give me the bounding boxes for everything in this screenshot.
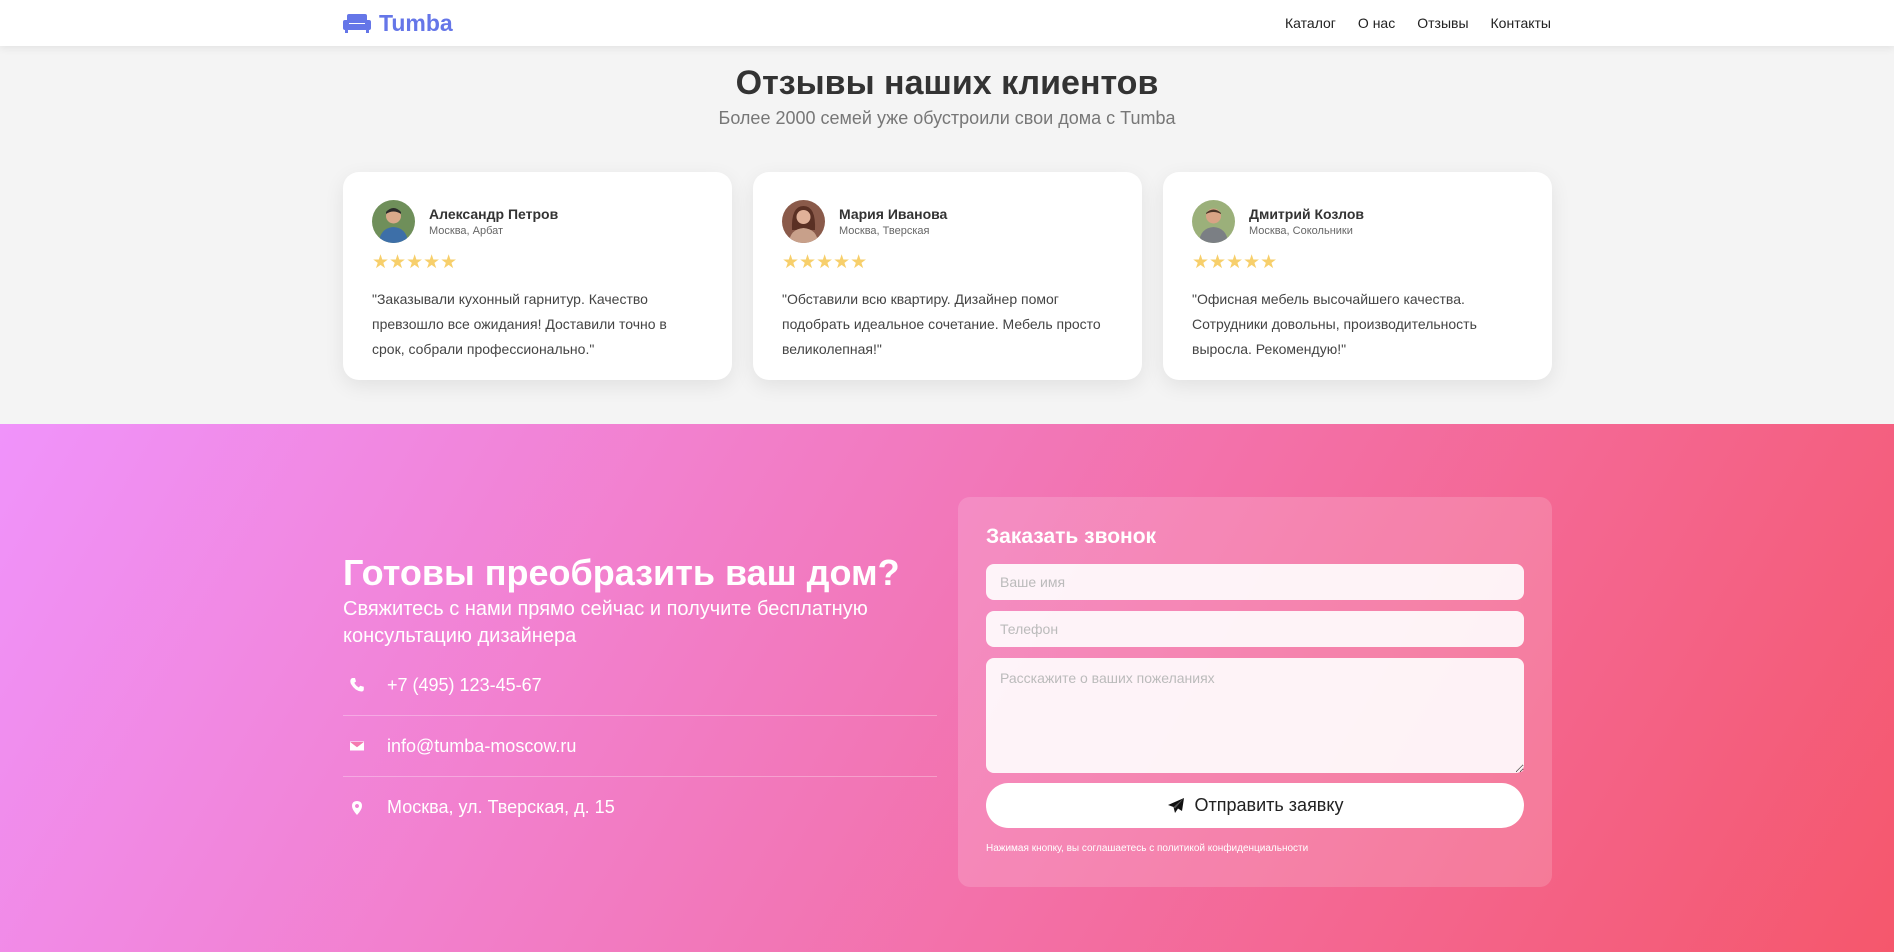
navbar: Tumba Каталог О нас Отзывы Контакты [0,0,1894,46]
phone-icon [343,677,387,693]
review-header: Дмитрий Козлов Москва, Сокольники [1192,200,1523,243]
paper-plane-icon [1167,797,1184,813]
privacy-note: Нажимая кнопку, вы соглашаетесь с полити… [986,843,1309,854]
phone-input[interactable] [986,611,1524,647]
callback-form: Заказать звонок Отправить заявку Нажимая… [958,497,1552,887]
contact-address-row: Москва, ул. Тверская, д. 15 [343,777,937,838]
brand-logo[interactable]: Tumba [343,10,453,37]
reviewer-location: Москва, Сокольники [1249,225,1353,237]
contact-phone[interactable]: +7 (495) 123-45-67 [387,675,542,696]
star-rating: ★★★★★ [782,252,868,273]
submit-label: Отправить заявку [1194,795,1344,815]
contact-phone-row[interactable]: +7 (495) 123-45-67 [343,655,937,716]
reviewer-location: Москва, Арбат [429,225,504,237]
avatar-photo-icon [782,200,825,243]
review-text: "Заказывали кухонный гарнитур. Качество … [372,291,667,357]
star-rating: ★★★★★ [1192,252,1278,273]
avatar-photo-icon [1192,200,1235,243]
reviews-title: Отзывы наших клиентов [735,64,1159,102]
cta-title: Готовы преобразить ваш дом? [343,552,900,593]
review-text: "Офисная мебель высочайшего качества. Со… [1192,291,1477,357]
nav-link-reviews[interactable]: Отзывы [1417,15,1468,31]
reviewer-location: Москва, Тверская [839,225,930,237]
cta-subtitle: Свяжитесь с нами прямо сейчас и получите… [343,598,868,647]
reviewer-name: Александр Петров [429,206,559,222]
submit-button[interactable]: Отправить заявку [986,783,1524,828]
avatar [782,200,825,243]
nav-link-about[interactable]: О нас [1358,15,1395,31]
avatar-photo-icon [372,200,415,243]
envelope-icon [343,738,387,754]
map-pin-icon [343,800,387,816]
brand-name: Tumba [379,9,453,36]
review-header: Мария Иванова Москва, Тверская [782,200,1113,243]
navbar-inner: Tumba Каталог О нас Отзывы Контакты [343,0,1551,46]
message-textarea[interactable] [986,658,1524,773]
nav-link-contacts[interactable]: Контакты [1491,15,1551,31]
review-text: "Обставили всю квартиру. Дизайнер помог … [782,291,1101,357]
avatar [1192,200,1235,243]
reviewer-name: Мария Иванова [839,206,948,222]
review-card: Мария Иванова Москва, Тверская ★★★★★ "Об… [753,172,1142,380]
review-header: Александр Петров Москва, Арбат [372,200,703,243]
contact-email-row[interactable]: info@tumba-moscow.ru [343,716,937,777]
form-title: Заказать звонок [986,525,1157,548]
sofa-icon [343,14,371,33]
nav-link-catalog[interactable]: Каталог [1285,15,1336,31]
cta-section: Готовы преобразить ваш дом? Свяжитесь с … [0,424,1894,952]
contact-email[interactable]: info@tumba-moscow.ru [387,736,576,757]
nav-links: Каталог О нас Отзывы Контакты [1285,15,1551,31]
reviewer-name: Дмитрий Козлов [1249,206,1365,222]
avatar [372,200,415,243]
star-rating: ★★★★★ [372,252,458,273]
reviews-section: Отзывы наших клиентов Более 2000 семей у… [0,46,1894,424]
name-input[interactable] [986,564,1524,600]
reviews-subtitle: Более 2000 семей уже обустроили свои дом… [718,108,1176,128]
review-card: Дмитрий Козлов Москва, Сокольники ★★★★★ … [1163,172,1552,380]
contact-address: Москва, ул. Тверская, д. 15 [387,797,615,817]
review-card: Александр Петров Москва, Арбат ★★★★★ "За… [343,172,732,380]
